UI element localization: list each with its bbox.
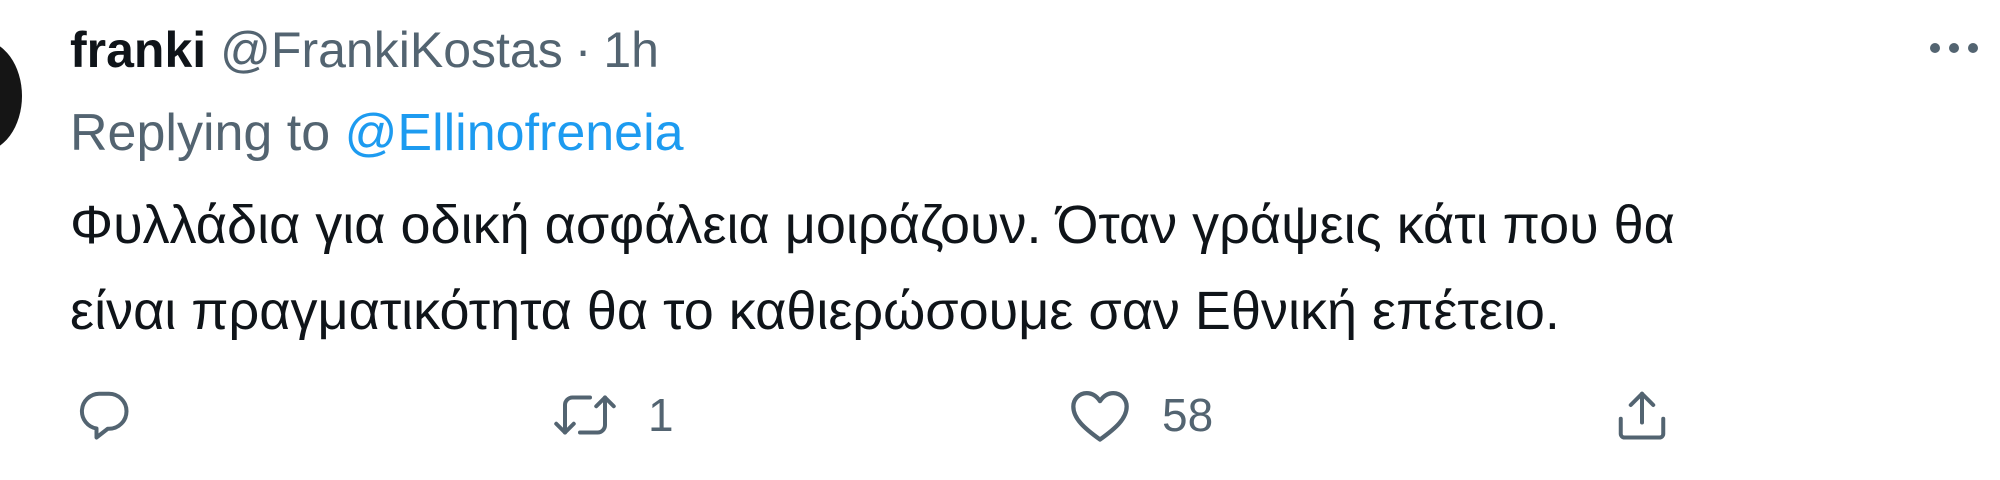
- user-handle[interactable]: @FrankiKostas: [220, 18, 563, 82]
- action-bar: 1 58: [70, 380, 1950, 450]
- separator-dot: ·: [574, 22, 592, 78]
- replying-prefix: Replying to: [70, 104, 331, 162]
- replying-to: Replying to @Ellinofreneia: [70, 98, 684, 168]
- tweet-text-line: είναι πραγματικότητα θα το καθιερώσουμε …: [70, 281, 1560, 341]
- more-horizontal-icon: [1929, 41, 1979, 55]
- like-button[interactable]: 58: [1068, 380, 1213, 450]
- more-options-button[interactable]: [1922, 28, 1986, 68]
- share-button[interactable]: [1612, 380, 1702, 450]
- display-name[interactable]: franki: [70, 18, 206, 82]
- tweet-text-line: Φυλλάδια για οδική ασφάλεια μοιράζουν. Ό…: [70, 195, 1675, 255]
- timestamp[interactable]: 1h: [603, 18, 659, 82]
- tweet-text: Φυλλάδια για οδική ασφάλεια μοιράζουν. Ό…: [70, 182, 1970, 354]
- retweet-count: 1: [648, 389, 674, 441]
- retweet-icon: [552, 385, 618, 445]
- avatar[interactable]: [0, 40, 22, 152]
- like-count: 58: [1162, 389, 1214, 441]
- share-icon: [1612, 385, 1672, 445]
- reply-icon: [74, 385, 134, 445]
- tweet-header: franki @FrankiKostas · 1h: [70, 18, 659, 82]
- heart-icon: [1068, 385, 1132, 445]
- retweet-button[interactable]: 1: [552, 380, 674, 450]
- reply-button[interactable]: [74, 380, 164, 450]
- replying-to-mention[interactable]: @Ellinofreneia: [345, 104, 684, 162]
